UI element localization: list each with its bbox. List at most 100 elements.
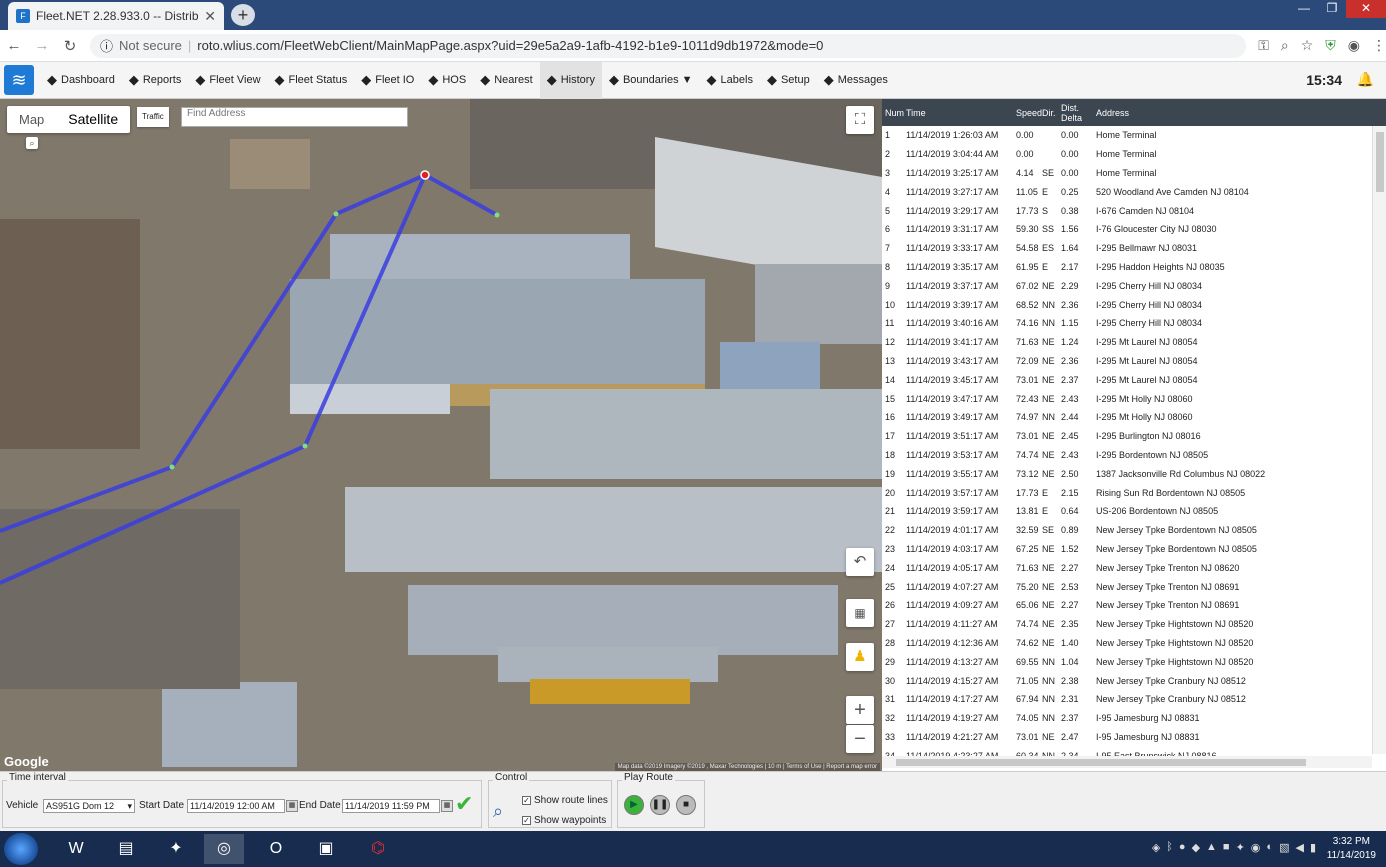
start-calendar-icon[interactable]: ▦ xyxy=(286,800,298,812)
tilt-icon[interactable]: ▦ xyxy=(846,599,874,627)
table-row[interactable]: 26 11/14/2019 4:09:27 AM 65.06 NE 2.27 New Je… xyxy=(882,596,1372,615)
scroll-thumb[interactable] xyxy=(896,759,1306,766)
table-row[interactable]: 4 11/14/2019 3:27:17 AM 11.05 E 0.25 520 Wood… xyxy=(882,182,1372,201)
tray-icon[interactable]: ■ xyxy=(1223,841,1230,854)
reload-icon[interactable]: ↻ xyxy=(56,37,84,55)
browser-menu-icon[interactable]: ⋮ xyxy=(1372,37,1386,54)
table-row[interactable]: 29 11/14/2019 4:13:27 AM 69.55 NN 1.04 New Je… xyxy=(882,652,1372,671)
table-row[interactable]: 11 11/14/2019 3:40:16 AM 74.16 NN 1.15 I-295 … xyxy=(882,314,1372,333)
app-icon[interactable]: ✦ xyxy=(156,834,196,864)
taskbar-clock[interactable]: 3:32 PM 11/14/2019 xyxy=(1327,835,1376,863)
table-row[interactable]: 13 11/14/2019 3:43:17 AM 72.09 NE 2.36 I-295 … xyxy=(882,352,1372,371)
table-row[interactable]: 30 11/14/2019 4:15:27 AM 71.05 NN 2.38 New Je… xyxy=(882,671,1372,690)
menu-dashboard[interactable]: ◆ Dashboard xyxy=(40,62,122,99)
menu-messages[interactable]: ◆ Messages xyxy=(817,62,895,99)
menu-boundaries[interactable]: ◆ Boundaries ▼ xyxy=(602,62,700,99)
menu-nearest[interactable]: ◆ Nearest xyxy=(473,62,540,99)
table-row[interactable]: 10 11/14/2019 3:39:17 AM 68.52 NN 2.36 I-295 … xyxy=(882,295,1372,314)
table-row[interactable]: 8 11/14/2019 3:35:17 AM 61.95 E 2.17 I-295 Ha… xyxy=(882,258,1372,277)
end-date-input[interactable]: 11/14/2019 11:59 PM xyxy=(342,799,440,813)
satellite-map[interactable]: Map Satellite Traffic Find Address ⌕ ⛶ ↶… xyxy=(0,99,882,771)
tray-icon[interactable]: ▧ xyxy=(1279,841,1289,854)
table-row[interactable]: 3 11/14/2019 3:25:17 AM 4.14 SE 0.00 Home Ter… xyxy=(882,164,1372,183)
chrome-icon[interactable]: ◎ xyxy=(204,834,244,864)
map-type-satellite[interactable]: Satellite xyxy=(56,106,130,133)
vehicle-select[interactable]: AS951G Dom 12 ▾ xyxy=(43,799,135,813)
fullscreen-icon[interactable]: ⛶ xyxy=(846,106,874,134)
zoom-in-button[interactable]: + xyxy=(846,696,874,724)
pegman-icon[interactable]: ♟ xyxy=(846,643,874,671)
start-date-input[interactable]: 11/14/2019 12:00 AM xyxy=(187,799,285,813)
menu-history[interactable]: ◆ History xyxy=(539,61,602,99)
tray-icon[interactable]: ▲ xyxy=(1206,841,1217,854)
table-row[interactable]: 16 11/14/2019 3:49:17 AM 74.97 NN 2.44 I-295 … xyxy=(882,408,1372,427)
table-row[interactable]: 32 11/14/2019 4:19:27 AM 74.05 NN 2.37 I-95 J… xyxy=(882,709,1372,728)
word-icon[interactable]: W xyxy=(56,834,96,864)
table-row[interactable]: 14 11/14/2019 3:45:17 AM 73.01 NE 2.37 I-295 … xyxy=(882,370,1372,389)
new-tab-button[interactable]: + xyxy=(231,4,255,26)
tray-icon[interactable]: ◆ xyxy=(1192,841,1200,854)
magnify-icon[interactable]: ⌕ xyxy=(26,137,38,149)
menu-setup[interactable]: ◆ Setup xyxy=(760,62,817,99)
tray-icon[interactable]: ◐ xyxy=(1266,841,1273,854)
col-dist-delta[interactable]: Dist. Delta xyxy=(1061,103,1096,123)
table-row[interactable]: 25 11/14/2019 4:07:27 AM 75.20 NE 2.53 New Je… xyxy=(882,577,1372,596)
bookmark-star-icon[interactable]: ☆ xyxy=(1301,37,1314,54)
table-row[interactable]: 12 11/14/2019 3:41:17 AM 71.63 NE 1.24 I-295 … xyxy=(882,333,1372,352)
tray-icon[interactable]: ◈ xyxy=(1152,841,1160,854)
table-row[interactable]: 22 11/14/2019 4:01:17 AM 32.59 SE 0.89 New Je… xyxy=(882,521,1372,540)
file-explorer-icon[interactable]: ▤ xyxy=(106,834,146,864)
table-row[interactable]: 20 11/14/2019 3:57:17 AM 17.73 E 2.15 Rising … xyxy=(882,483,1372,502)
pause-button[interactable]: ❚❚ xyxy=(650,795,670,815)
show-waypoints-checkbox[interactable]: ✓ Show waypoints xyxy=(522,815,606,826)
forward-icon[interactable]: → xyxy=(28,37,56,54)
window-close-icon[interactable]: ✕ xyxy=(1346,0,1386,18)
search-icon[interactable]: ⌕ xyxy=(493,801,503,822)
scroll-thumb[interactable] xyxy=(1376,132,1384,192)
acrobat-icon[interactable]: ⌬ xyxy=(358,834,398,864)
traffic-toggle[interactable]: Traffic xyxy=(137,107,169,127)
minimize-icon[interactable]: — xyxy=(1290,0,1318,18)
table-row[interactable]: 5 11/14/2019 3:29:17 AM 17.73 S 0.38 I-676 Ca… xyxy=(882,201,1372,220)
table-row[interactable]: 6 11/14/2019 3:31:17 AM 59.30 SS 1.56 I-76 Gl… xyxy=(882,220,1372,239)
zoom-icon[interactable]: ⌕ xyxy=(1281,37,1289,54)
table-row[interactable]: 18 11/14/2019 3:53:17 AM 74.74 NE 2.43 I-295 … xyxy=(882,446,1372,465)
fleet-app-icon[interactable]: ▣ xyxy=(306,834,346,864)
tray-icon[interactable]: ✦ xyxy=(1236,841,1245,854)
zoom-out-button[interactable]: − xyxy=(846,725,874,753)
start-marker[interactable] xyxy=(420,170,430,180)
history-vertical-scrollbar[interactable] xyxy=(1372,126,1386,754)
tray-icon[interactable]: ● xyxy=(1179,841,1186,854)
stop-button[interactable]: ■ xyxy=(676,795,696,815)
table-row[interactable]: 9 11/14/2019 3:37:17 AM 67.02 NE 2.29 I-295 C… xyxy=(882,276,1372,295)
outlook-icon[interactable]: O xyxy=(256,834,296,864)
apply-check-icon[interactable]: ✔ xyxy=(455,791,473,817)
table-row[interactable]: 31 11/14/2019 4:17:27 AM 67.94 NN 2.31 New Je… xyxy=(882,690,1372,709)
table-row[interactable]: 2 11/14/2019 3:04:44 AM 0.00 0.00 Home Termi… xyxy=(882,145,1372,164)
menu-fleet-io[interactable]: ◆ Fleet IO xyxy=(354,62,421,99)
fleet-logo-icon[interactable]: ≋ xyxy=(4,65,34,95)
menu-fleet-status[interactable]: ◆ Fleet Status xyxy=(268,62,355,99)
waypoint[interactable] xyxy=(302,443,308,449)
network-icon[interactable]: ▮ xyxy=(1310,841,1316,854)
table-row[interactable]: 21 11/14/2019 3:59:17 AM 13.81 E 0.64 US-206 … xyxy=(882,502,1372,521)
back-icon[interactable]: ← xyxy=(0,37,28,54)
start-button[interactable] xyxy=(4,833,38,865)
maximize-icon[interactable]: ❐ xyxy=(1318,0,1346,18)
table-row[interactable]: 19 11/14/2019 3:55:17 AM 73.12 NE 2.50 1387 J… xyxy=(882,464,1372,483)
menu-hos[interactable]: ◆ HOS xyxy=(421,62,473,99)
col-time[interactable]: Time xyxy=(906,108,1016,118)
col-address[interactable]: Address xyxy=(1096,108,1386,118)
col-speed[interactable]: Speed xyxy=(1016,108,1042,118)
menu-labels[interactable]: ◆ Labels xyxy=(700,62,760,99)
table-row[interactable]: 1 11/14/2019 1:26:03 AM 0.00 0.00 Home Termi… xyxy=(882,126,1372,145)
table-row[interactable]: 27 11/14/2019 4:11:27 AM 74.74 NE 2.35 New Je… xyxy=(882,615,1372,634)
table-row[interactable]: 17 11/14/2019 3:51:17 AM 73.01 NE 2.45 I-295 … xyxy=(882,427,1372,446)
menu-reports[interactable]: ◆ Reports xyxy=(122,62,189,99)
table-row[interactable]: 23 11/14/2019 4:03:17 AM 67.25 NE 1.52 New Je… xyxy=(882,540,1372,559)
table-row[interactable]: 15 11/14/2019 3:47:17 AM 72.43 NE 2.43 I-295 … xyxy=(882,389,1372,408)
tray-icon[interactable]: ◉ xyxy=(1251,841,1261,854)
table-row[interactable]: 28 11/14/2019 4:12:36 AM 74.62 NE 1.40 New Je… xyxy=(882,634,1372,653)
map-type-map[interactable]: Map xyxy=(7,106,56,133)
profile-icon[interactable]: ◉ xyxy=(1348,37,1360,54)
